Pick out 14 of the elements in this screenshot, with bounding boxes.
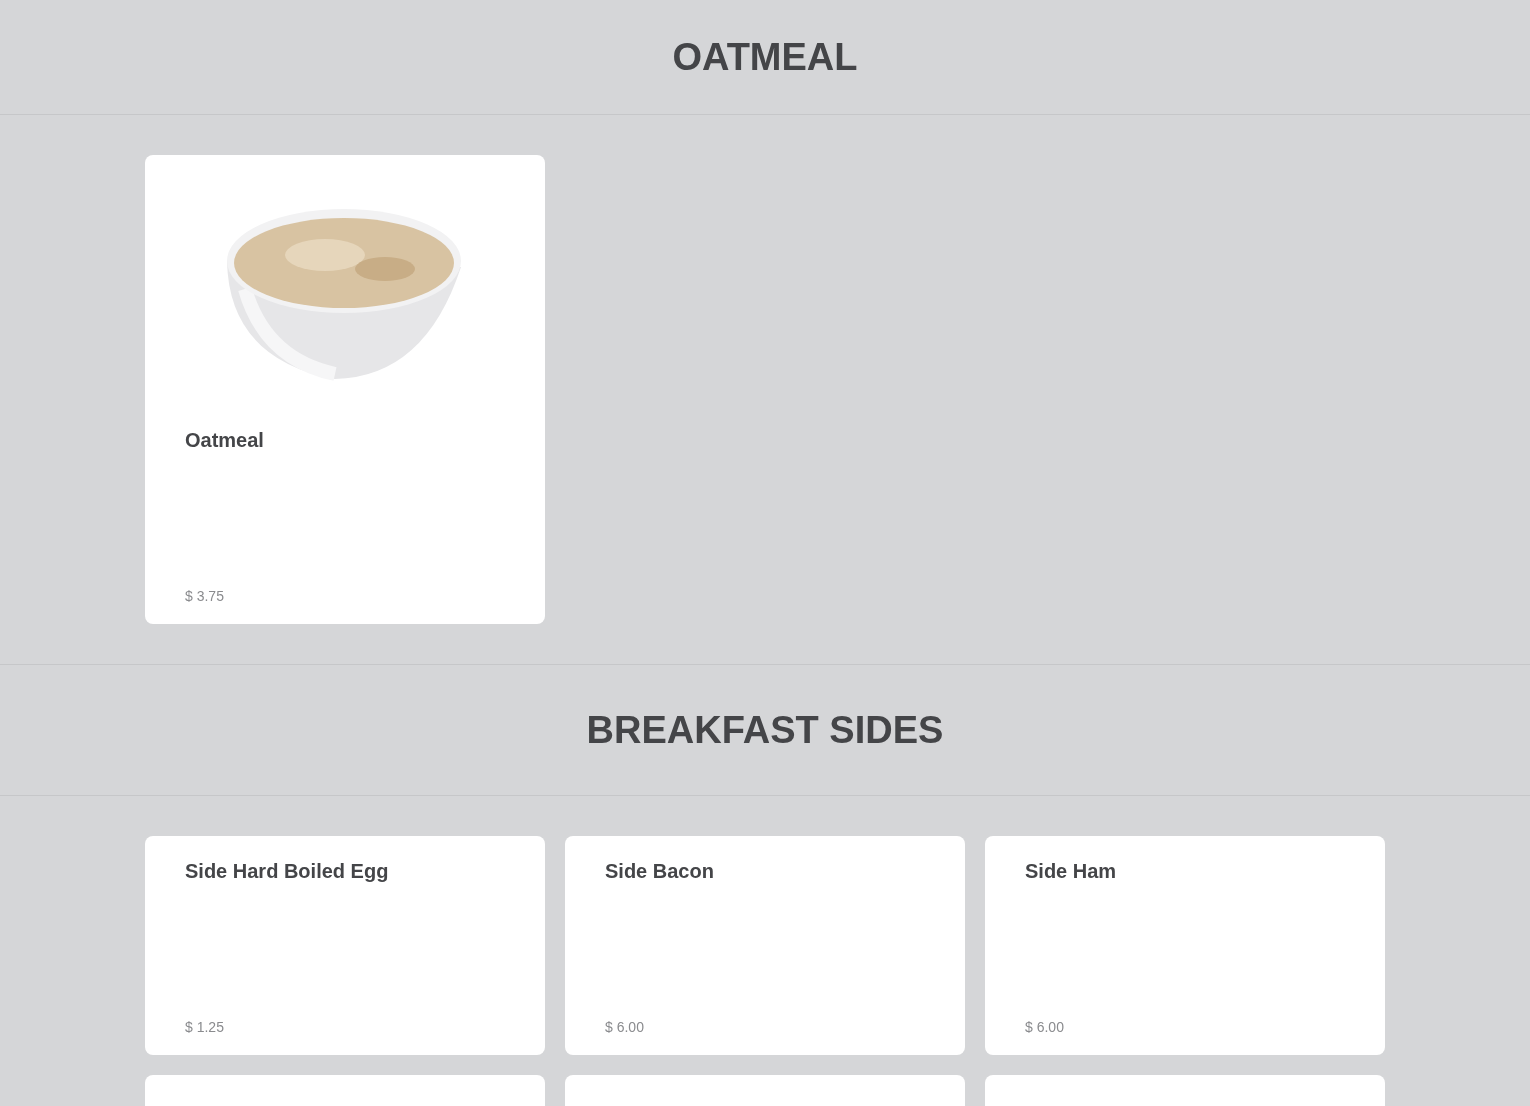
menu-item-card[interactable]: Side Ham $ 6.00: [985, 836, 1385, 1055]
item-name: Side Ham: [1025, 860, 1118, 883]
item-name: Side Bacon: [605, 860, 715, 883]
item-price: $ 6.00: [1025, 1019, 1065, 1035]
section-title: BREAKFAST SIDES: [586, 708, 944, 752]
item-price: $ 6.00: [605, 1019, 645, 1035]
item-price: $ 3.75: [185, 588, 225, 604]
item-name: Side Hard Boiled Egg: [185, 860, 390, 883]
section-title: OATMEAL: [672, 35, 858, 79]
menu-item-card[interactable]: Side Hard Boiled Egg $ 1.25: [145, 836, 545, 1055]
item-price: $ 1.25: [185, 1019, 225, 1035]
menu-item-card[interactable]: Side Bacon $ 6.00: [565, 836, 965, 1055]
menu-item-card[interactable]: Oatmeal $ 3.75: [145, 155, 545, 624]
item-name: Oatmeal: [185, 429, 265, 452]
